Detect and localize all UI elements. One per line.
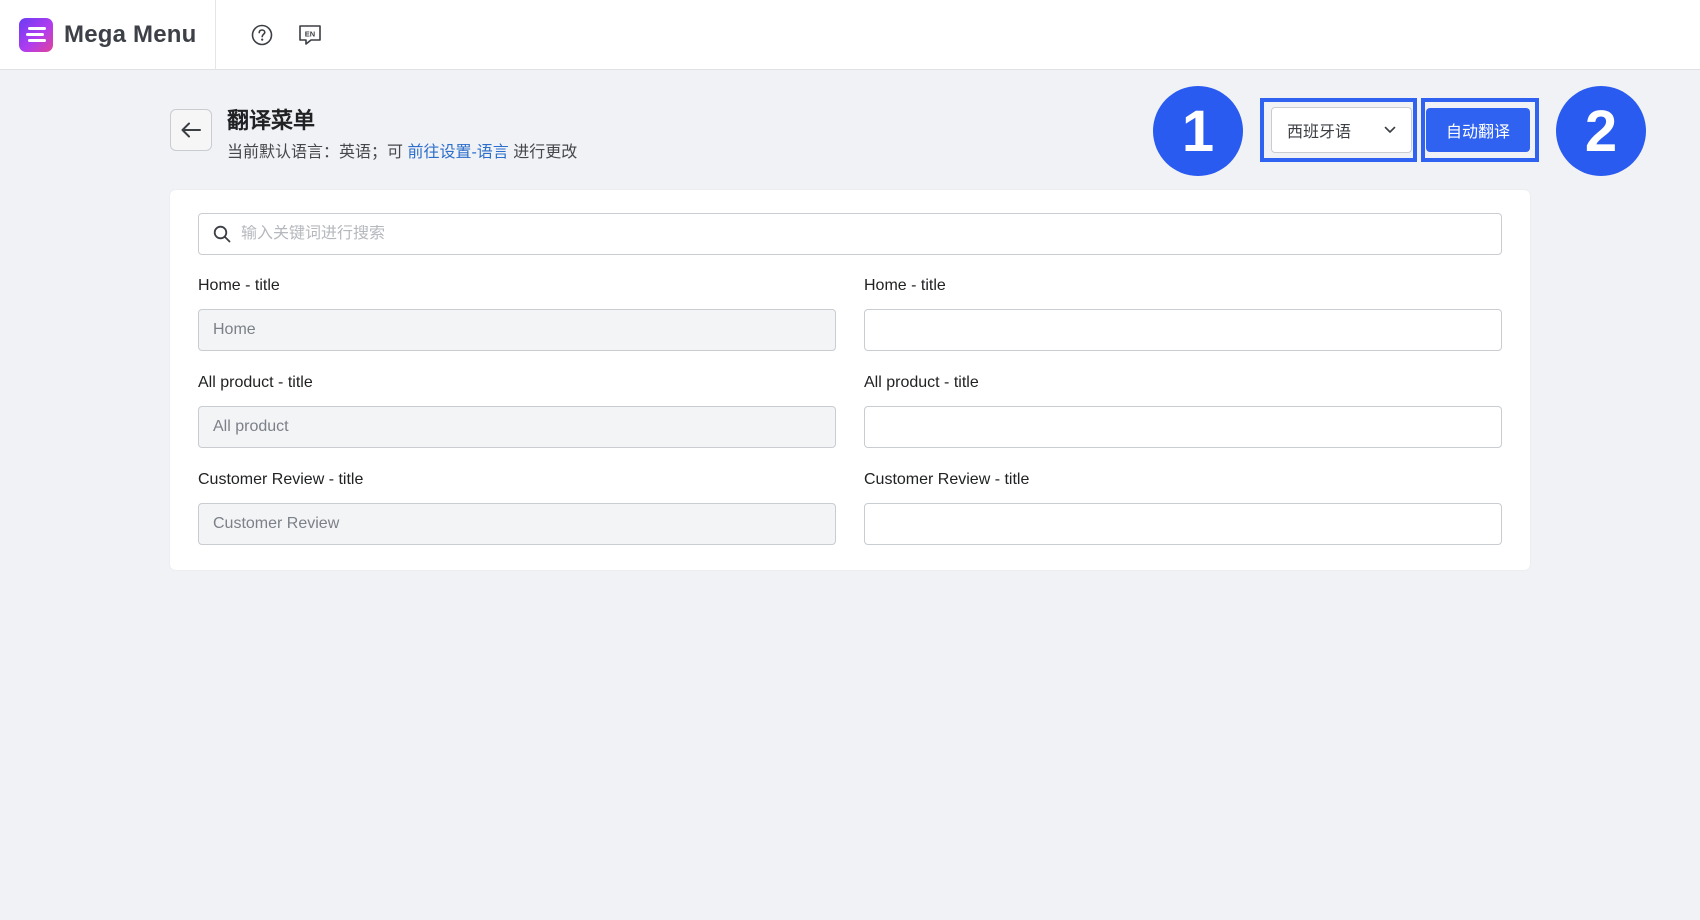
source-label-all-product: All product - title	[198, 374, 313, 391]
source-field-customer-review: Customer Review	[198, 503, 836, 545]
target-input-customer-review[interactable]	[879, 515, 1487, 533]
language-settings-link[interactable]: 前往设置-语言	[407, 144, 508, 161]
target-input-all-product[interactable]	[879, 418, 1487, 436]
page-subtitle: 当前默认语言：英语；可 前往设置-语言 进行更改	[227, 138, 577, 162]
target-field-customer-review[interactable]	[864, 503, 1502, 545]
target-input-home[interactable]	[879, 321, 1487, 339]
search-icon	[213, 225, 231, 243]
language-select[interactable]: 西班牙语	[1271, 107, 1412, 153]
mega-menu-logo-icon	[19, 17, 53, 52]
source-label-customer-review: Customer Review - title	[198, 471, 364, 488]
callout-1: 1	[1153, 86, 1243, 176]
app-name: Mega Menu	[64, 20, 197, 48]
back-button[interactable]	[170, 109, 212, 151]
search-box[interactable]	[198, 213, 1502, 255]
subtitle-suffix: 进行更改	[508, 144, 578, 161]
source-label-home: Home - title	[198, 277, 280, 294]
brand[interactable]: Mega Menu	[0, 0, 216, 70]
callout-2: 2	[1556, 86, 1646, 176]
help-icon[interactable]	[250, 23, 274, 47]
search-input[interactable]	[241, 225, 1501, 243]
page-title: 翻译菜单	[227, 108, 316, 133]
top-bar: Mega Menu EN	[0, 0, 1700, 70]
subtitle-text: 当前默认语言：英语；可	[227, 144, 408, 161]
auto-translate-button[interactable]: 自动翻译	[1426, 108, 1530, 152]
source-field-home: Home	[198, 309, 836, 351]
translation-card: Home - title Home - title Home All produ…	[170, 190, 1530, 570]
language-badge: EN	[305, 29, 315, 38]
source-field-all-product: All product	[198, 406, 836, 448]
arrow-left-icon	[181, 122, 201, 138]
chevron-down-icon	[1384, 126, 1396, 133]
target-label-all-product: All product - title	[864, 374, 979, 391]
target-field-home[interactable]	[864, 309, 1502, 351]
target-label-customer-review: Customer Review - title	[864, 471, 1030, 488]
target-field-all-product[interactable]	[864, 406, 1502, 448]
language-icon[interactable]: EN	[298, 23, 322, 47]
target-label-home: Home - title	[864, 277, 946, 294]
language-select-value: 西班牙语	[1287, 124, 1352, 141]
